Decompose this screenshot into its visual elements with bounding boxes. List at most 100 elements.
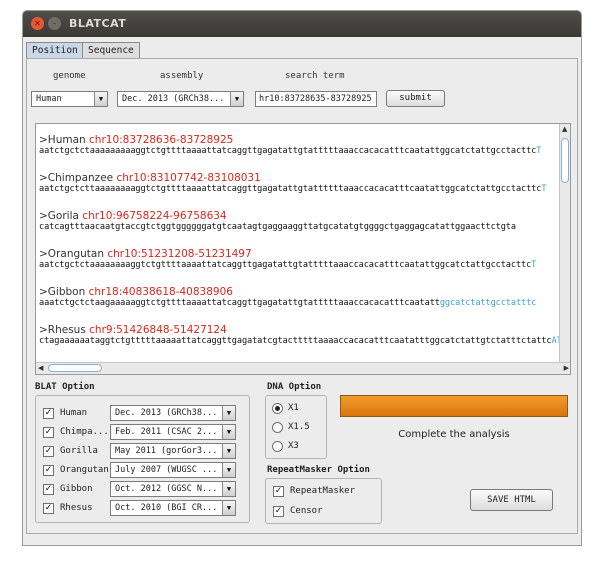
species-name: >Rhesus — [39, 324, 86, 336]
tab-position[interactable]: Position — [26, 42, 84, 59]
progress-status: Complete the analysis — [398, 429, 510, 440]
blat-checkbox-gorilla[interactable]: ✓ — [43, 446, 54, 457]
dna-radio-x1[interactable] — [272, 403, 283, 414]
assembly-select-value: Dec. 2013 (GRCh38... — [122, 94, 225, 104]
blat-assembly-select-rhesus[interactable]: Oct. 2010 (BGI CR... ▼ — [110, 500, 236, 516]
assembly-label: assembly — [160, 71, 204, 81]
coordinates: chr10:83728636-83728925 — [89, 134, 234, 146]
dna-option-label: X1.5 — [288, 422, 310, 432]
position-panel: genome assembly search term Human ▼ Dec.… — [26, 58, 578, 534]
sequence-entry-rhesus: >Rhesus chr9:51426848-51427124 ctagaaaaa… — [39, 324, 562, 346]
blat-assembly-select-chimpanzee[interactable]: Feb. 2011 (CSAC 2... ▼ — [110, 424, 236, 440]
dna-option-label: X3 — [288, 441, 299, 451]
coordinates: chr10:83107742-83108031 — [116, 172, 261, 184]
window-title: BLATCAT — [69, 17, 127, 30]
species-name: >Chimpanzee — [39, 172, 114, 184]
scroll-left-icon[interactable]: ◀ — [38, 364, 43, 372]
coordinates: chr18:40838618-40838906 — [88, 286, 233, 298]
sequence-entry-orangutan: >Orangutan chr10:51231208-51231497 aatct… — [39, 248, 536, 270]
save-html-button[interactable]: SAVE HTML — [470, 489, 553, 511]
sequence-text: aatctgctcttaaaaaaaaggtctgttttaaaattatcag… — [39, 184, 542, 194]
vertical-scrollbar[interactable]: ▲ — [559, 124, 570, 364]
sequence-tail: ggcatctattgcctatttc — [439, 298, 537, 308]
search-term-input[interactable]: hr10:83728635-83728925 — [255, 91, 377, 107]
censor-label: Censor — [290, 506, 323, 516]
blat-checkbox-human[interactable]: ✓ — [43, 408, 54, 419]
chevron-down-icon[interactable]: ▼ — [222, 482, 235, 496]
blat-checkbox-chimpanzee[interactable]: ✓ — [43, 427, 54, 438]
chevron-down-icon[interactable]: ▼ — [222, 425, 235, 439]
blat-option-group: ✓ Human Dec. 2013 (GRCh38... ▼ ✓ Chimpa..… — [35, 395, 250, 523]
sequence-entry-chimpanzee: >Chimpanzee chr10:83107742-83108031 aatc… — [39, 172, 547, 194]
sequence-tail: T — [541, 184, 547, 194]
vertical-scroll-thumb[interactable] — [561, 138, 569, 183]
blat-species-label: Orangutan — [60, 465, 109, 475]
dna-option-label: X1 — [288, 403, 299, 413]
scroll-right-icon[interactable]: ▶ — [564, 364, 569, 372]
blat-assembly-value: Oct. 2010 (BGI CR... — [115, 503, 218, 513]
dna-radio-x1-5[interactable] — [272, 422, 283, 433]
submit-button[interactable]: submit — [386, 90, 445, 107]
coordinates: chr10:96758224-96758634 — [82, 210, 227, 222]
repeatmasker-label: RepeatMasker — [290, 486, 356, 496]
sequence-output[interactable]: >Human chr10:83728636-83728925 aatctgctc… — [35, 123, 571, 375]
sequence-entry-gibbon: >Gibbon chr18:40838618-40838906 aaatctgc… — [39, 286, 536, 308]
dna-option-group: X1 X1.5 X3 — [265, 395, 327, 459]
repeatmasker-option-group: ✓ RepeatMasker ✓ Censor — [265, 478, 382, 524]
repeatmasker-option-title: RepeatMasker Option — [267, 465, 370, 475]
app-window: ✕ – BLATCAT Position Sequence genome ass… — [22, 10, 582, 546]
genome-select-value: Human — [36, 94, 62, 104]
chevron-down-icon[interactable]: ▼ — [222, 501, 235, 515]
chevron-down-icon[interactable]: ▼ — [222, 406, 235, 420]
sequence-text: aatctgctctaaaaaaaaaggtctgttttaaaattatcag… — [39, 146, 537, 156]
blat-assembly-select-human[interactable]: Dec. 2013 (GRCh38... ▼ — [110, 405, 236, 421]
genome-label: genome — [53, 71, 86, 81]
sequence-tail: T — [531, 260, 537, 270]
title-bar: ✕ – BLATCAT — [23, 11, 581, 37]
sequence-tail: T — [536, 146, 542, 156]
blat-assembly-select-gibbon[interactable]: Oct. 2012 (GGSC N... ▼ — [110, 481, 236, 497]
search-term-label: search term — [285, 71, 345, 81]
coordinates: chr10:51231208-51231497 — [107, 248, 252, 260]
horizontal-scroll-thumb[interactable] — [48, 364, 102, 372]
coordinates: chr9:51426848-51427124 — [89, 324, 227, 336]
progress-fill — [341, 396, 567, 416]
chevron-down-icon[interactable]: ▼ — [230, 92, 243, 106]
blat-assembly-value: July 2007 (WUGSC ... — [115, 465, 218, 475]
dna-option-title: DNA Option — [267, 382, 322, 392]
analysis-progress-bar — [340, 395, 568, 417]
scroll-up-icon[interactable]: ▲ — [562, 125, 567, 133]
sequence-text: ctagaaaaaataggtctgtttttaaaaattatcaggttga… — [39, 336, 552, 346]
chevron-down-icon[interactable]: ▼ — [222, 463, 235, 477]
species-name: >Human — [39, 134, 86, 146]
blat-species-label: Gorilla — [60, 446, 98, 456]
repeatmasker-checkbox[interactable]: ✓ — [273, 486, 284, 497]
horizontal-scrollbar[interactable]: ◀ ▶ — [36, 362, 570, 374]
sequence-text: catcagtttaacaatgtaccgtctggtggggggatgtcaa… — [39, 222, 516, 232]
chevron-down-icon[interactable]: ▼ — [94, 92, 107, 106]
censor-checkbox[interactable]: ✓ — [273, 506, 284, 517]
blat-checkbox-gibbon[interactable]: ✓ — [43, 484, 54, 495]
close-icon[interactable]: ✕ — [31, 17, 44, 30]
blat-checkbox-orangutan[interactable]: ✓ — [43, 465, 54, 476]
species-name: >Gorila — [39, 210, 79, 222]
sequence-text: aatctgctctaaaaaaaaggtctgttttaaaattatcagg… — [39, 260, 532, 270]
chevron-down-icon[interactable]: ▼ — [222, 444, 235, 458]
blat-option-title: BLAT Option — [35, 382, 95, 392]
blat-assembly-value: Oct. 2012 (GGSC N... — [115, 484, 218, 494]
minimize-icon[interactable]: – — [48, 17, 61, 30]
dna-radio-x3[interactable] — [272, 441, 283, 452]
blat-assembly-select-gorilla[interactable]: May 2011 (gorGor3... ▼ — [110, 443, 236, 459]
blat-assembly-value: Dec. 2013 (GRCh38... — [115, 408, 218, 418]
tab-sequence[interactable]: Sequence — [82, 42, 140, 59]
species-name: >Orangutan — [39, 248, 104, 260]
blat-species-label: Rhesus — [60, 503, 93, 513]
sequence-entry-human: >Human chr10:83728636-83728925 aatctgctc… — [39, 134, 541, 156]
blat-assembly-value: Feb. 2011 (CSAC 2... — [115, 427, 218, 437]
blat-assembly-select-orangutan[interactable]: July 2007 (WUGSC ... ▼ — [110, 462, 236, 478]
blat-checkbox-rhesus[interactable]: ✓ — [43, 503, 54, 514]
blat-assembly-value: May 2011 (gorGor3... — [115, 446, 218, 456]
blat-species-label: Chimpa... — [60, 427, 109, 437]
genome-select[interactable]: Human ▼ — [31, 91, 108, 107]
assembly-select[interactable]: Dec. 2013 (GRCh38... ▼ — [117, 91, 244, 107]
